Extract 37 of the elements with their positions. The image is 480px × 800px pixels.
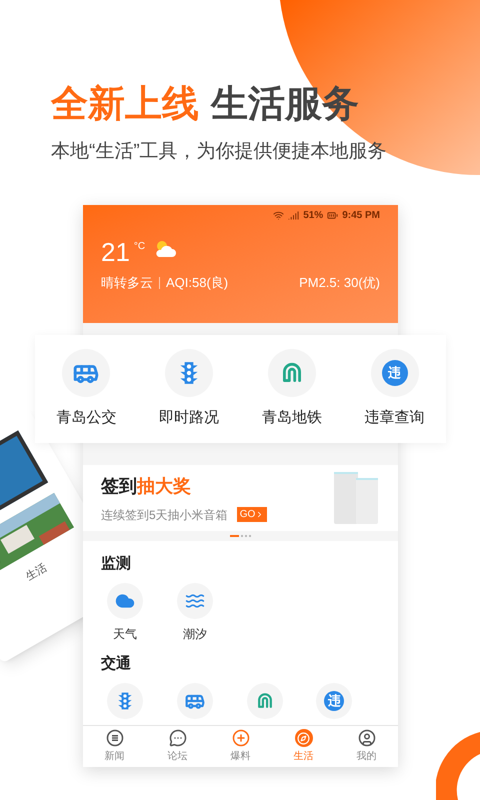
battery-percent: 51% [303,208,324,222]
tilted-label: 生活 [22,560,50,585]
weather-condition: 晴转多云 [101,274,153,292]
tab[interactable]: 爆料 [209,726,272,767]
shortcut-button[interactable]: 违 违章查询 [343,348,446,430]
temperature: 21 [101,239,130,265]
temperature-unit: °C [134,240,146,254]
headline: 生活服务 [211,83,359,127]
headline-highlight: 全新上线 [51,83,199,127]
shortcut-button[interactable]: 即时路况 [138,348,240,430]
pm25-reading: PM2.5: 30(优) [299,274,380,292]
plus-icon [232,729,250,747]
chat-icon [168,729,186,747]
banner-highlight: 抽大奖 [137,474,191,498]
status-time: 9:45 PM [342,208,380,222]
tab[interactable]: 论坛 [146,726,209,767]
violation-badge: 违 [382,360,408,386]
tab[interactable]: 我的 [335,726,398,767]
violation-badge: 违 [324,691,344,711]
wifi-icon [273,210,284,220]
service-button[interactable]: 违 [314,683,354,719]
shortcut-button[interactable]: 青岛地铁 [240,348,344,430]
list-icon [106,729,124,747]
battery-icon [327,210,338,220]
tab[interactable]: 新闻 [83,726,146,767]
section-title: 交通 [101,654,132,674]
checkin-banner[interactable]: 签到抽大奖 连续签到5天抽小米音箱 GO [83,465,398,531]
section-title: 监测 [101,554,132,574]
signal-icon [288,210,300,220]
banner-subtitle: 连续签到5天抽小米音箱 [101,506,228,524]
decor-ring [436,732,480,800]
compass-icon [294,729,312,747]
banner-title: 签到 [101,474,137,498]
user-icon [358,729,376,747]
aqi-reading: AQI:58(良) [166,274,228,292]
shortcut-button[interactable]: 青岛公交 [35,348,138,430]
subtitle: 本地“生活”工具，为你提供便捷本地服务 [51,140,388,164]
